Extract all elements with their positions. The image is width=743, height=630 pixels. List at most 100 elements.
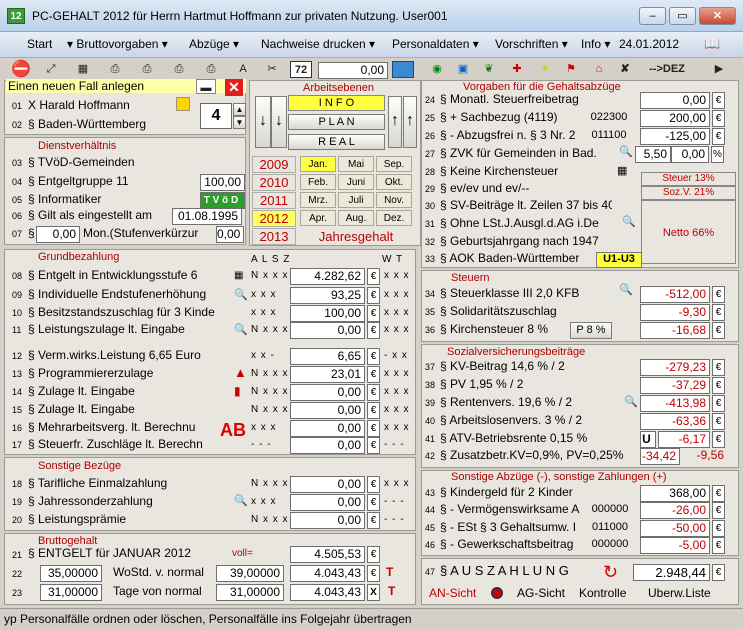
vorgaben-code-33[interactable]: U1-U3: [596, 252, 642, 268]
play-icon[interactable]: ▶: [708, 61, 730, 78]
printer2-icon[interactable]: ⎙: [136, 61, 158, 78]
tage-input[interactable]: 31,00000: [40, 584, 102, 601]
sonstabz-value-45[interactable]: -50,00: [640, 520, 710, 537]
person-state[interactable]: § Baden-Württemberg: [28, 117, 178, 131]
grund-value-15[interactable]: 0,00: [290, 402, 365, 419]
plan-button[interactable]: P L A N: [288, 114, 385, 130]
toolbar-value[interactable]: 0,00: [318, 62, 388, 79]
printer3-icon[interactable]: ⎙: [168, 61, 190, 78]
maximize-button[interactable]: ▭: [669, 7, 696, 25]
expand-icon[interactable]: ⤢: [40, 61, 62, 78]
grund-value-12[interactable]: 6,65: [290, 348, 365, 365]
sonstabz-value-44[interactable]: -26,00: [640, 502, 710, 519]
x-icon[interactable]: ✘: [614, 61, 636, 78]
year-2012[interactable]: 2012: [252, 210, 296, 227]
year-2009[interactable]: 2009: [252, 156, 296, 173]
month-Aug[interactable]: Aug.: [338, 210, 374, 226]
family-icon[interactable]: [176, 97, 190, 111]
magnifier-icon[interactable]: 🔍: [234, 494, 248, 507]
tage-normal[interactable]: 31,00000: [216, 584, 284, 601]
x-marker[interactable]: X: [367, 584, 380, 601]
warning-icon[interactable]: ▲: [234, 365, 247, 380]
month-Dez[interactable]: Dez.: [376, 210, 412, 226]
month-Mai[interactable]: Mai: [338, 156, 374, 172]
menu-info[interactable]: Info ▾: [581, 37, 610, 51]
zvk-rate[interactable]: 5,50: [635, 146, 671, 163]
tool-icon[interactable]: T: [386, 565, 400, 579]
year-2011[interactable]: 2011: [252, 192, 296, 209]
magnifier-icon[interactable]: 🔍: [624, 395, 638, 408]
jahresgehalt-button[interactable]: Jahresgehalt: [297, 229, 415, 246]
spinner-up[interactable]: ▲: [233, 103, 246, 116]
year-2010[interactable]: 2010: [252, 174, 296, 191]
month-Apr[interactable]: Apr.: [300, 210, 336, 226]
menu-personaldaten[interactable]: Personaldaten ▾: [392, 37, 479, 51]
zvk-value[interactable]: 0,00: [671, 146, 709, 163]
book-icon[interactable]: 📖: [704, 36, 720, 52]
grid-small-icon[interactable]: ▦: [617, 164, 627, 177]
month-Feb[interactable]: Feb.: [300, 174, 336, 190]
table-icon[interactable]: ▦: [234, 270, 243, 281]
keyboard-icon[interactable]: [392, 61, 414, 78]
tool2-icon[interactable]: T: [388, 584, 402, 598]
real-button[interactable]: R E A L: [288, 134, 385, 150]
vorgaben-value-26[interactable]: -125,00: [640, 128, 710, 145]
magnifier-icon[interactable]: 🔍: [619, 145, 633, 158]
month-Juni[interactable]: Juni: [338, 174, 374, 190]
leaf-icon[interactable]: ❦: [478, 61, 500, 78]
sonst-value-20[interactable]: 0,00: [290, 512, 365, 529]
dez-button[interactable]: -->DEZ: [637, 61, 697, 78]
grund-value-16[interactable]: 0,00: [290, 420, 365, 437]
grund-value-10[interactable]: 100,00: [290, 305, 365, 322]
vorgaben-value-25[interactable]: 200,00: [640, 110, 710, 127]
building-icon[interactable]: ⌂: [588, 61, 610, 78]
flag-icon[interactable]: ⚑: [560, 61, 582, 78]
toggle-icon[interactable]: [491, 587, 503, 599]
minimize-button[interactable]: –: [639, 7, 666, 25]
sonst-value-19[interactable]: 0,00: [290, 494, 365, 511]
arrow-down-left-2[interactable]: ↓: [271, 96, 287, 148]
ab-icon[interactable]: AB: [220, 420, 246, 441]
grid-icon[interactable]: ▣: [452, 61, 474, 78]
refresh-icon[interactable]: ↻: [603, 562, 629, 582]
dienst-value-04[interactable]: 100,00: [200, 174, 245, 191]
printer-icon[interactable]: ⎙: [104, 61, 126, 78]
grund-value-08[interactable]: 4.282,62: [290, 268, 365, 285]
chart-icon[interactable]: ▮: [234, 384, 241, 398]
an-sicht-button[interactable]: AN-Sicht: [429, 586, 476, 600]
close-button[interactable]: ✕: [699, 7, 736, 25]
tools-icon[interactable]: ✂: [261, 61, 283, 78]
dienst-value-05[interactable]: T V ö D: [200, 192, 245, 209]
kirchensteuer-button[interactable]: P 8 %: [570, 322, 612, 339]
magnifier-icon[interactable]: 🔍: [619, 283, 633, 296]
magnifier-icon[interactable]: 🔍: [234, 288, 248, 301]
month-Okt[interactable]: Okt.: [376, 174, 412, 190]
printer4-icon[interactable]: ⎙: [200, 61, 222, 78]
stop-icon[interactable]: ⛔: [10, 61, 32, 78]
calendar-72-icon[interactable]: 72: [290, 61, 312, 78]
spinner-down[interactable]: ▼: [233, 116, 246, 129]
dienst-value-06[interactable]: 01.08.1995: [172, 208, 242, 225]
year-2013[interactable]: 2013: [252, 228, 296, 245]
cross-icon[interactable]: ✚: [506, 61, 528, 78]
menu-abzuege[interactable]: Abzüge ▾: [189, 37, 239, 51]
sun-icon[interactable]: ☀: [534, 61, 556, 78]
person-number[interactable]: 4: [200, 103, 232, 129]
arrow-up-right-2[interactable]: ↑: [403, 96, 417, 148]
grund-value-09[interactable]: 93,25: [290, 287, 365, 304]
sonst-value-18[interactable]: 0,00: [290, 476, 365, 493]
kontrolle-button[interactable]: Kontrolle: [579, 586, 626, 600]
globe-icon[interactable]: ◉: [426, 61, 448, 78]
sonstabz-value-43[interactable]: 368,00: [640, 485, 710, 502]
grund-value-17[interactable]: 0,00: [290, 437, 365, 454]
menu-bruttovorgaben[interactable]: ▾ Bruttovorgaben ▾: [67, 37, 168, 51]
atv-u-box[interactable]: U: [640, 431, 656, 448]
sonstabz-code-44[interactable]: 000000: [588, 503, 632, 519]
wostd-input[interactable]: 35,00000: [40, 565, 102, 582]
month-Jan[interactable]: Jan.: [300, 156, 336, 172]
menu-nachweise[interactable]: Nachweise drucken ▾: [261, 37, 375, 51]
grund-value-13[interactable]: 23,01: [290, 366, 365, 383]
arrow-down-left-1[interactable]: ↓: [255, 96, 271, 148]
arrow-up-right-1[interactable]: ↑: [388, 96, 402, 148]
vorgaben-code-25[interactable]: 022300: [586, 111, 632, 127]
